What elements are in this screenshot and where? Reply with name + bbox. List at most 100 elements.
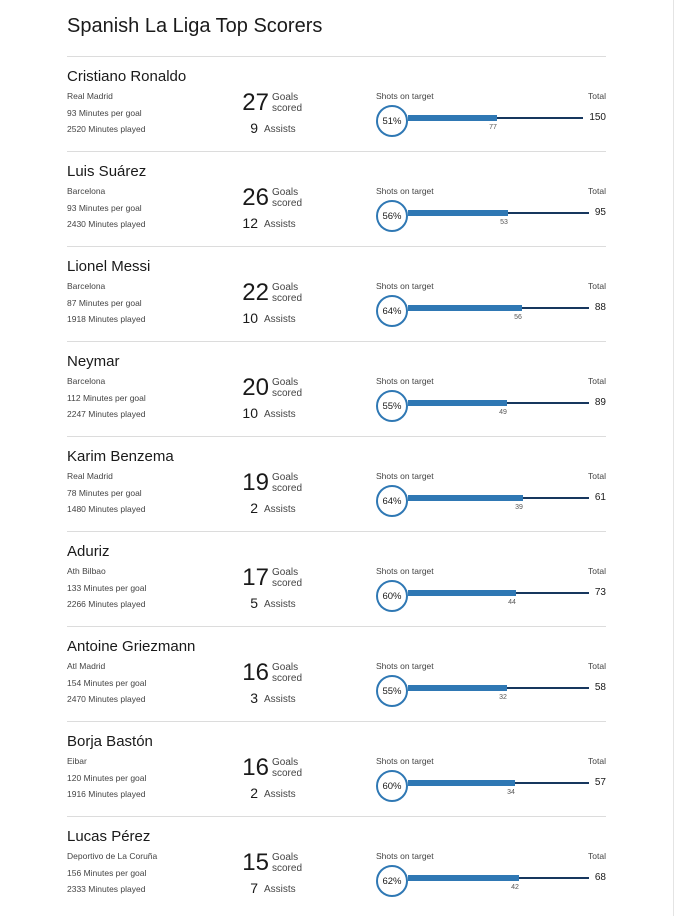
minutes-per-goal-label: Minutes per goal: [83, 773, 147, 783]
minutes-per-goal-label: Minutes per goal: [78, 488, 142, 498]
goals-label: Goals scored: [272, 92, 303, 114]
shots-on-target-bar: [408, 495, 523, 501]
minutes-played: 1916 Minutes played: [67, 789, 145, 799]
minutes-played-label: Minutes played: [88, 409, 146, 419]
team-name: Atl Madrid: [67, 661, 106, 671]
team-name: Barcelona: [67, 376, 106, 386]
assists-value: 10: [242, 310, 258, 326]
player-name: Cristiano Ronaldo: [67, 68, 187, 85]
total-shots-label: Total: [588, 281, 606, 291]
player-name: Lucas Pérez: [67, 828, 151, 845]
player-row: Lucas Pérez Deportivo de La Coruña 156 M…: [67, 817, 606, 917]
minutes-played: 2470 Minutes played: [67, 694, 145, 704]
assists-value: 2: [250, 500, 258, 516]
team-name: Ath Bilbao: [67, 566, 106, 576]
minutes-played-value: 2470: [67, 694, 86, 704]
minutes-per-goal-value: 154: [67, 678, 82, 688]
shots-on-target-value: 53: [500, 219, 508, 226]
goals-value: 19: [242, 469, 269, 496]
total-shots-value: 95: [594, 207, 606, 218]
player-row: Aduriz Ath Bilbao 133 Minutes per goal 2…: [67, 532, 606, 627]
shots-on-target-bar: [408, 305, 522, 311]
goals-label: Goals scored: [272, 757, 303, 779]
goals-value: 15: [242, 849, 269, 876]
goals-label: Goals scored: [272, 852, 303, 874]
shots-on-target-label: Shots on target: [376, 661, 434, 671]
total-shots-label: Total: [588, 756, 606, 766]
player-name: Luis Suárez: [67, 163, 147, 180]
total-shots-label: Total: [588, 661, 606, 671]
minutes-per-goal: 93 Minutes per goal: [67, 108, 142, 118]
minutes-played: 2266 Minutes played: [67, 599, 145, 609]
minutes-played-label: Minutes played: [88, 124, 146, 134]
assists-label: Assists: [264, 409, 296, 420]
goals-value: 22: [242, 279, 269, 306]
minutes-per-goal-label: Minutes per goal: [78, 203, 142, 213]
player-row: Cristiano Ronaldo Real Madrid 93 Minutes…: [67, 57, 606, 152]
minutes-played-label: Minutes played: [88, 219, 146, 229]
assists-label: Assists: [264, 694, 296, 705]
goals-label: Goals scored: [272, 187, 303, 209]
shot-accuracy-badge: 51%: [376, 105, 408, 137]
player-row: Neymar Barcelona 112 Minutes per goal 22…: [67, 342, 606, 437]
player-row: Luis Suárez Barcelona 93 Minutes per goa…: [67, 152, 606, 247]
assists-value: 2: [250, 785, 258, 801]
shots-on-target-bar: [408, 875, 519, 881]
player-row: Lionel Messi Barcelona 87 Minutes per go…: [67, 247, 606, 342]
shots-on-target-label: Shots on target: [376, 281, 434, 291]
minutes-per-goal: 120 Minutes per goal: [67, 773, 146, 783]
shots-on-target-bar: [408, 685, 507, 691]
team-name: Real Madrid: [67, 91, 113, 101]
minutes-per-goal-label: Minutes per goal: [83, 678, 147, 688]
player-name: Antoine Griezmann: [67, 638, 196, 655]
minutes-per-goal-value: 112: [67, 393, 81, 403]
goals-label: Goals scored: [272, 472, 303, 494]
shots-on-target-bar: [408, 780, 515, 786]
total-shots-value: 61: [594, 492, 606, 503]
shots-on-target-label: Shots on target: [376, 756, 434, 766]
minutes-played-label: Minutes played: [88, 504, 146, 514]
team-name: Eibar: [67, 756, 87, 766]
minutes-played-label: Minutes played: [88, 694, 146, 704]
minutes-per-goal: 133 Minutes per goal: [67, 583, 146, 593]
team-name: Deportivo de La Coruña: [67, 851, 158, 861]
assists-label: Assists: [264, 884, 296, 895]
minutes-per-goal-label: Minutes per goal: [83, 583, 147, 593]
shot-accuracy-badge: 56%: [376, 200, 408, 232]
shot-accuracy-badge: 60%: [376, 580, 408, 612]
shot-accuracy-badge: 64%: [376, 295, 408, 327]
minutes-played: 2333 Minutes played: [67, 884, 145, 894]
player-name: Lionel Messi: [67, 258, 151, 275]
minutes-played-value: 2430: [67, 219, 86, 229]
assists-label: Assists: [264, 314, 296, 325]
assists-value: 9: [250, 120, 258, 136]
team-name: Barcelona: [67, 186, 106, 196]
shot-accuracy-badge: 62%: [376, 865, 408, 897]
assists-label: Assists: [264, 789, 296, 800]
assists-value: 10: [242, 405, 258, 421]
goals-label: Goals scored: [272, 377, 303, 399]
shots-on-target-value: 77: [489, 124, 497, 131]
shots-on-target-value: 42: [511, 884, 519, 891]
minutes-played: 2520 Minutes played: [67, 124, 145, 134]
page-title: Spanish La Liga Top Scorers: [67, 15, 323, 37]
assists-value: 7: [250, 880, 258, 896]
minutes-per-goal-label: Minutes per goal: [82, 393, 146, 403]
player-name: Aduriz: [67, 543, 110, 560]
goals-label: Goals scored: [272, 662, 303, 684]
minutes-played-value: 1918: [67, 314, 86, 324]
minutes-played-value: 2247: [67, 409, 86, 419]
total-shots-value: 150: [589, 112, 606, 123]
total-shots-value: 58: [594, 682, 606, 693]
total-shots-value: 89: [594, 397, 606, 408]
minutes-played: 1918 Minutes played: [67, 314, 145, 324]
shot-accuracy-badge: 55%: [376, 675, 408, 707]
player-name: Neymar: [67, 353, 120, 370]
minutes-per-goal: 154 Minutes per goal: [67, 678, 146, 688]
minutes-played-label: Minutes played: [88, 599, 146, 609]
minutes-per-goal-value: 93: [67, 108, 77, 118]
shots-on-target-value: 56: [514, 314, 522, 321]
shot-accuracy-badge: 64%: [376, 485, 408, 517]
total-shots-value: 88: [594, 302, 606, 313]
minutes-per-goal-value: 120: [67, 773, 82, 783]
